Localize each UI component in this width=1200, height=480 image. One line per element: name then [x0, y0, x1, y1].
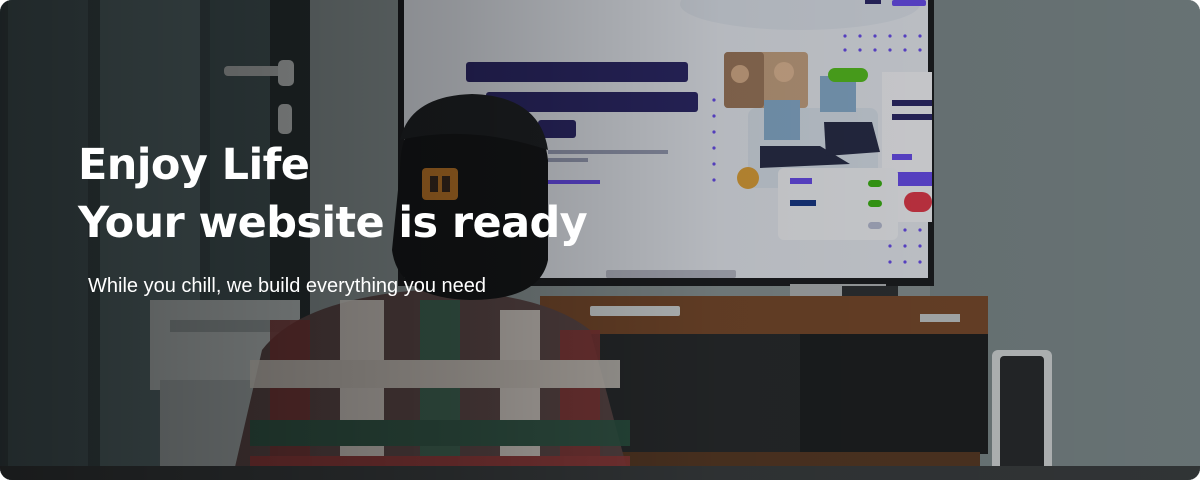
headline-line-2: Your website is ready — [78, 198, 588, 248]
hero-banner: Enjoy Life Your website is ready While y… — [0, 0, 1200, 480]
hero-subtitle: While you chill, we build everything you… — [88, 275, 486, 297]
headline-line-1: Enjoy Life — [78, 140, 310, 190]
hero-headline: Enjoy Life Your website is ready — [78, 136, 588, 252]
